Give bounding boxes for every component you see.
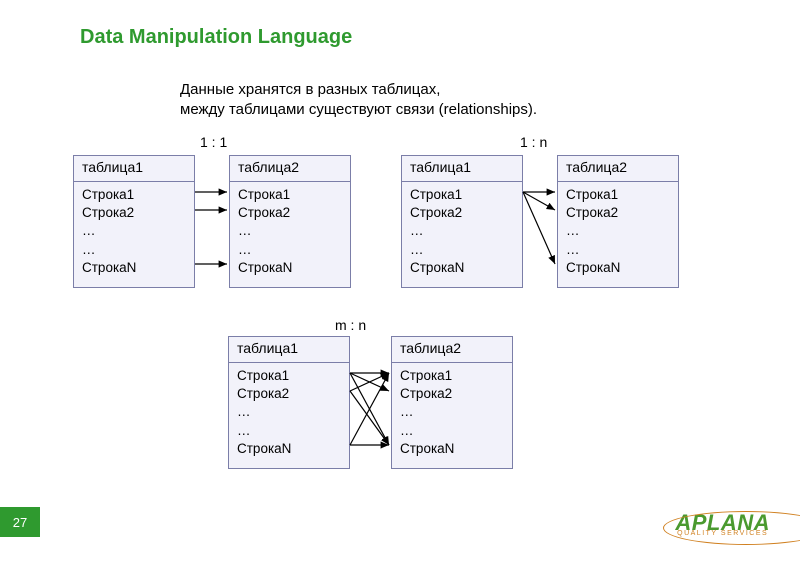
- table-row: …: [237, 423, 251, 438]
- table-row: …: [238, 242, 252, 257]
- table-header: таблица1: [402, 156, 522, 182]
- table-row: Строка2: [82, 205, 134, 220]
- table-row: Строка2: [237, 386, 289, 401]
- label-one-to-many: 1 : n: [520, 134, 547, 150]
- table-row: …: [410, 223, 424, 238]
- table-row: Строка1: [82, 187, 134, 202]
- label-one-to-one: 1 : 1: [200, 134, 227, 150]
- description-block: Данные хранятся в разных таблицах, между…: [180, 80, 680, 121]
- description-line-1: Данные хранятся в разных таблицах,: [180, 81, 440, 98]
- table-row: Строка2: [566, 205, 618, 220]
- label-many-to-many: m : n: [335, 317, 366, 333]
- table-row: …: [238, 223, 252, 238]
- table-row: Строка2: [238, 205, 290, 220]
- table-body: Строка1 Строка2 … … СтрокаN: [230, 182, 350, 287]
- table-row: СтрокаN: [400, 441, 454, 456]
- table-row: …: [82, 223, 96, 238]
- table-row: Строка1: [566, 187, 618, 202]
- description-line-2: между таблицами существуют связи (relati…: [180, 101, 537, 118]
- table-row: …: [566, 223, 580, 238]
- table-row: Строка2: [410, 205, 462, 220]
- table-body: Строка1 Строка2 … … СтрокаN: [392, 363, 512, 468]
- table-header: таблица2: [392, 337, 512, 363]
- table-1ton-right: таблица2 Строка1 Строка2 … … СтрокаN: [557, 155, 679, 288]
- table-header: таблица2: [230, 156, 350, 182]
- table-row: …: [566, 242, 580, 257]
- table-header: таблица1: [74, 156, 194, 182]
- table-row: Строка2: [400, 386, 452, 401]
- table-header: таблица2: [558, 156, 678, 182]
- table-row: СтрокаN: [82, 260, 136, 275]
- table-row: …: [237, 404, 251, 419]
- table-mton-right: таблица2 Строка1 Строка2 … … СтрокаN: [391, 336, 513, 469]
- table-row: СтрокаN: [566, 260, 620, 275]
- table-row: Строка1: [400, 368, 452, 383]
- table-body: Строка1 Строка2 … … СтрокаN: [229, 363, 349, 468]
- page-title: Data Manipulation Language: [80, 26, 352, 49]
- logo-text: APLANA: [675, 510, 770, 535]
- page-number-badge: 27: [0, 507, 40, 537]
- table-row: СтрокаN: [237, 441, 291, 456]
- table-body: Строка1 Строка2 … … СтрокаN: [402, 182, 522, 287]
- table-row: Строка1: [238, 187, 290, 202]
- table-row: СтрокаN: [238, 260, 292, 275]
- table-row: …: [410, 242, 424, 257]
- table-mton-left: таблица1 Строка1 Строка2 … … СтрокаN: [228, 336, 350, 469]
- table-row: Строка1: [237, 368, 289, 383]
- table-row: …: [400, 404, 414, 419]
- table-row: Строка1: [410, 187, 462, 202]
- table-1ton-left: таблица1 Строка1 Строка2 … … СтрокаN: [401, 155, 523, 288]
- logo-main-text: APLANA: [675, 514, 770, 532]
- table-row: …: [400, 423, 414, 438]
- table-body: Строка1 Строка2 … … СтрокаN: [558, 182, 678, 287]
- table-1to1-right: таблица2 Строка1 Строка2 … … СтрокаN: [229, 155, 351, 288]
- aplana-logo: APLANA QUALITY SERVICES: [675, 514, 770, 537]
- table-row: СтрокаN: [410, 260, 464, 275]
- table-header: таблица1: [229, 337, 349, 363]
- table-body: Строка1 Строка2 … … СтрокаN: [74, 182, 194, 287]
- table-row: …: [82, 242, 96, 257]
- table-1to1-left: таблица1 Строка1 Строка2 … … СтрокаN: [73, 155, 195, 288]
